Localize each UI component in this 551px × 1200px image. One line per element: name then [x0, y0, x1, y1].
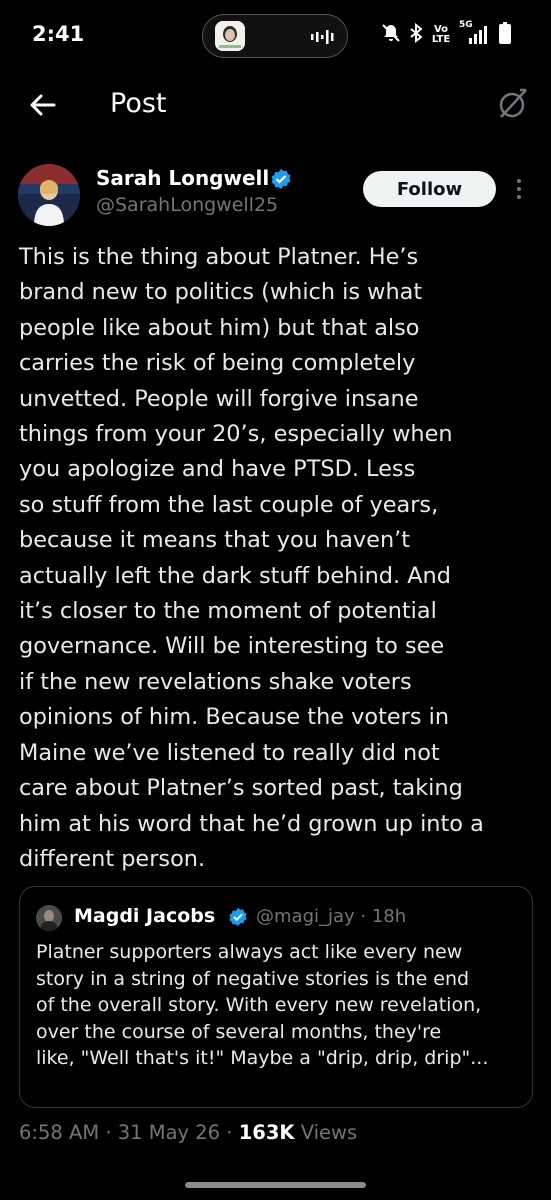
views-count: 163K	[238, 1121, 295, 1144]
tweet-line: things from your 20’s, especially when	[19, 421, 453, 448]
status-time: 2:41	[32, 22, 85, 46]
bluetooth-icon	[409, 22, 423, 47]
mute-icon	[381, 23, 401, 47]
grok-icon	[499, 88, 527, 118]
home-indicator[interactable]	[185, 1182, 366, 1188]
quote-line: Platner supporters always act like every…	[36, 941, 463, 963]
audio-wave-icon	[311, 29, 337, 49]
tweet-line: carries the risk of being completely	[19, 350, 416, 377]
quote-handle-time: @magi_jay · 18h	[256, 906, 407, 927]
tweet-line: people like about him) but that also	[19, 314, 420, 341]
back-button[interactable]	[26, 88, 60, 122]
tweet-line: governance. Will be interesting to see	[19, 633, 445, 660]
post-meta: 6:58 AM · 31 May 26 · 163K Views	[19, 1121, 357, 1144]
tweet-line: care about Platner’s sorted past, taking	[19, 775, 463, 802]
quote-avatar	[36, 905, 62, 931]
post-header: Post	[0, 70, 551, 142]
author-handle[interactable]: @SarahLongwell25	[96, 194, 278, 216]
tweet-line: unvetted. People will forgive insane	[19, 385, 419, 412]
quote-line: of the overall story. With every new rev…	[36, 994, 482, 1016]
more-options-button[interactable]	[510, 176, 528, 202]
views-label: Views	[294, 1121, 358, 1144]
quote-author-name: Magdi Jacobs	[74, 905, 216, 927]
page-title: Post	[110, 88, 167, 119]
quote-verified-badge-icon	[228, 907, 248, 927]
quoted-tweet[interactable]: Magdi Jacobs @magi_jay · 18h Platner sup…	[19, 886, 533, 1108]
avatar[interactable]	[18, 164, 80, 226]
quote-line: over the course of several months, they'…	[36, 1020, 442, 1043]
tweet-line: him at his word that he’d grown up into …	[19, 810, 484, 837]
tweet-line: it’s closer to the moment of potential	[19, 598, 437, 625]
follow-button[interactable]: Follow	[363, 171, 496, 207]
tweet-line: because it means that you haven’t	[19, 527, 411, 554]
tweet-line: different person.	[19, 845, 206, 872]
tweet-text: This is the thing about Platner. He’s br…	[19, 240, 534, 877]
signal-icon: 5G	[459, 20, 491, 46]
tweet-line: brand new to politics (which is what	[19, 279, 423, 306]
network-label: 5G	[459, 20, 473, 30]
status-icons: Vo LTE 5G	[381, 20, 511, 48]
tweet-line: you apologize and have PTSD. Less	[19, 456, 416, 483]
quote-line: like, "Well that's it!" Maybe a "drip, d…	[36, 1047, 489, 1069]
battery-icon	[499, 22, 511, 48]
dynamic-island-pill[interactable]	[202, 14, 348, 58]
quote-text: Platner supporters always act like every…	[36, 939, 526, 1072]
post-timestamp: 6:58 AM · 31 May 26 ·	[19, 1121, 239, 1144]
status-bar: 2:41 Vo LTE 5G	[0, 0, 551, 70]
more-vertical-icon	[517, 179, 521, 199]
media-thumbnail	[215, 21, 245, 51]
volte-icon: Vo LTE	[431, 24, 451, 45]
grok-button[interactable]	[495, 86, 531, 122]
tweet-line: opinions of him. Because the voters in	[19, 704, 450, 731]
tweet-line: This is the thing about Platner. He’s	[19, 244, 419, 270]
tweet-line: if the new revelations shake voters	[19, 668, 412, 695]
tweet-line: so stuff from the last couple of years,	[19, 491, 439, 518]
author-name[interactable]: Sarah Longwell	[96, 166, 269, 190]
author-row: Sarah Longwell @SarahLongwell25 Follow	[0, 162, 551, 228]
tweet-line: Maine we’ve listened to really did not	[19, 739, 440, 766]
tweet-line: actually left the dark stuff behind. And	[19, 562, 451, 589]
verified-badge-icon	[270, 168, 292, 190]
quote-line: story in a string of negative stories is…	[36, 967, 470, 990]
back-arrow-icon	[30, 94, 56, 116]
